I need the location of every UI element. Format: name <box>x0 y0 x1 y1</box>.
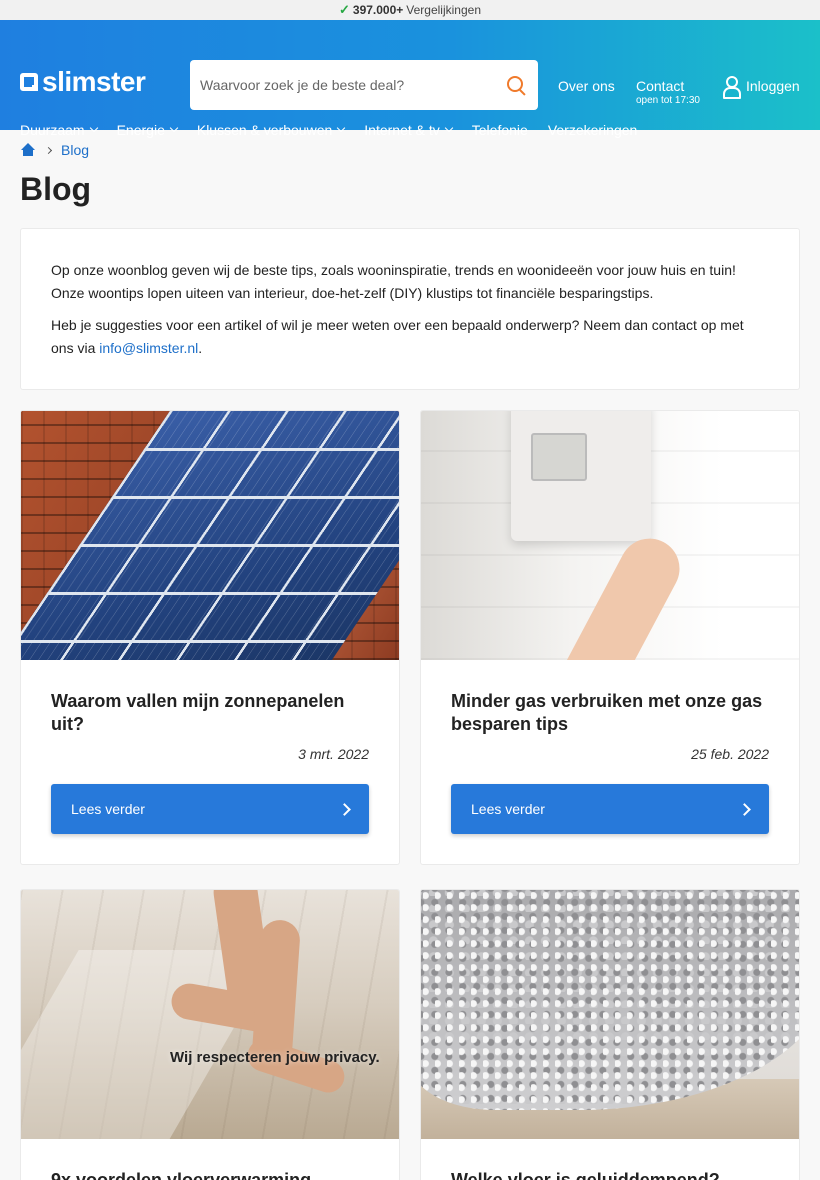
nav-item-klussen[interactable]: Klussen & verbouwen <box>196 122 346 138</box>
top-bar: ✓ 397.000+ Vergelijkingen <box>0 0 820 20</box>
nav-label: Duurzaam <box>20 122 85 138</box>
search-box <box>190 60 538 110</box>
page-title: Blog <box>20 171 92 207</box>
check-icon: ✓ <box>338 2 350 17</box>
nav-label: Internet & tv <box>364 122 440 138</box>
blog-card: Welke vloer is geluiddempend? <box>420 889 800 1180</box>
intro-paragraph-1: Op onze woonblog geven wij de beste tips… <box>51 262 736 301</box>
nav-item-telefonie[interactable]: Telefonie <box>472 122 528 138</box>
nav-item-verzekeringen[interactable]: Verzekeringen <box>548 122 638 138</box>
email-link[interactable]: info@slimster.nl <box>99 340 198 356</box>
intro-text-end: . <box>198 340 203 356</box>
breadcrumb: Blog <box>20 142 89 158</box>
card-title[interactable]: 9x voordelen vloerverwarming <box>21 1169 399 1180</box>
card-image-solar-panels[interactable] <box>21 411 399 660</box>
breadcrumb-blog[interactable]: Blog <box>61 142 89 158</box>
nav-label: Klussen & verbouwen <box>196 122 333 138</box>
slimster-logo[interactable]: slimster <box>20 66 146 97</box>
contact-label: Contact <box>636 78 685 94</box>
blog-card: Minder gas verbruiken met onze gas bespa… <box>420 410 800 865</box>
chevron-right-icon <box>44 146 53 154</box>
chevron-down-icon <box>169 123 179 133</box>
privacy-notice: Wij respecteren jouw privacy. <box>170 1049 380 1066</box>
chevron-down-icon <box>89 123 98 133</box>
card-image-floor-heating[interactable] <box>21 890 399 1139</box>
chevron-down-icon <box>337 123 346 133</box>
intro-paragraph-2: Heb je suggesties voor een artikel of wi… <box>51 314 769 360</box>
nav-label: Verzekeringen <box>547 122 638 138</box>
card-date: 3 mrt. 2022 <box>298 746 369 762</box>
card-title[interactable]: Welke vloer is geluiddempend? <box>421 1169 799 1180</box>
card-title[interactable]: Minder gas verbruiken met onze gas bespa… <box>421 690 799 736</box>
nav-item-duurzaam[interactable]: Duurzaam <box>20 122 98 138</box>
site-header: slimster Over ons Contact open tot 17:30… <box>0 20 820 138</box>
user-icon <box>722 76 741 99</box>
nav-item-internet-tv[interactable]: Internet & tv <box>364 122 454 138</box>
logo-icon <box>20 73 38 91</box>
blog-card: 9x voordelen vloerverwarming <box>20 889 400 1180</box>
read-more-button[interactable]: Lees verder <box>451 784 769 834</box>
card-title[interactable]: Waarom vallen mijn zonnepanelen uit? <box>21 690 399 736</box>
contact-link[interactable]: Contact open tot 17:30 <box>636 78 700 106</box>
card-image-carpet[interactable] <box>421 890 799 1139</box>
blog-card: Waarom vallen mijn zonnepanelen uit? 3 m… <box>20 410 400 865</box>
nav-item-energie[interactable]: Energie <box>116 122 179 138</box>
over-ons-link[interactable]: Over ons <box>558 78 615 94</box>
read-more-button[interactable]: Lees verder <box>51 784 369 834</box>
comparison-label: Vergelijkingen <box>406 3 481 17</box>
login-label: Inloggen <box>746 78 800 94</box>
comparison-count: 397.000+ <box>352 3 404 17</box>
card-date: 25 feb. 2022 <box>691 746 769 762</box>
intro-box: Op onze woonblog geven wij de beste tips… <box>20 228 800 390</box>
button-label: Lees verder <box>471 801 545 817</box>
contact-hours: open tot 17:30 <box>636 95 700 106</box>
nav-label: Energie <box>116 122 165 138</box>
search-input[interactable] <box>200 77 504 93</box>
search-icon[interactable] <box>504 73 528 97</box>
home-icon[interactable] <box>20 143 36 157</box>
login-button[interactable]: Inloggen <box>722 76 800 99</box>
logo-text: slimster <box>42 66 146 97</box>
main-nav: Duurzaam Energie Klussen & verbouwen Int… <box>20 122 657 138</box>
chevron-down-icon <box>444 123 454 133</box>
chevron-right-icon <box>338 802 351 816</box>
card-image-thermostat[interactable] <box>421 411 799 660</box>
nav-label: Telefonie <box>471 122 528 138</box>
chevron-right-icon <box>738 802 751 816</box>
button-label: Lees verder <box>71 801 145 817</box>
